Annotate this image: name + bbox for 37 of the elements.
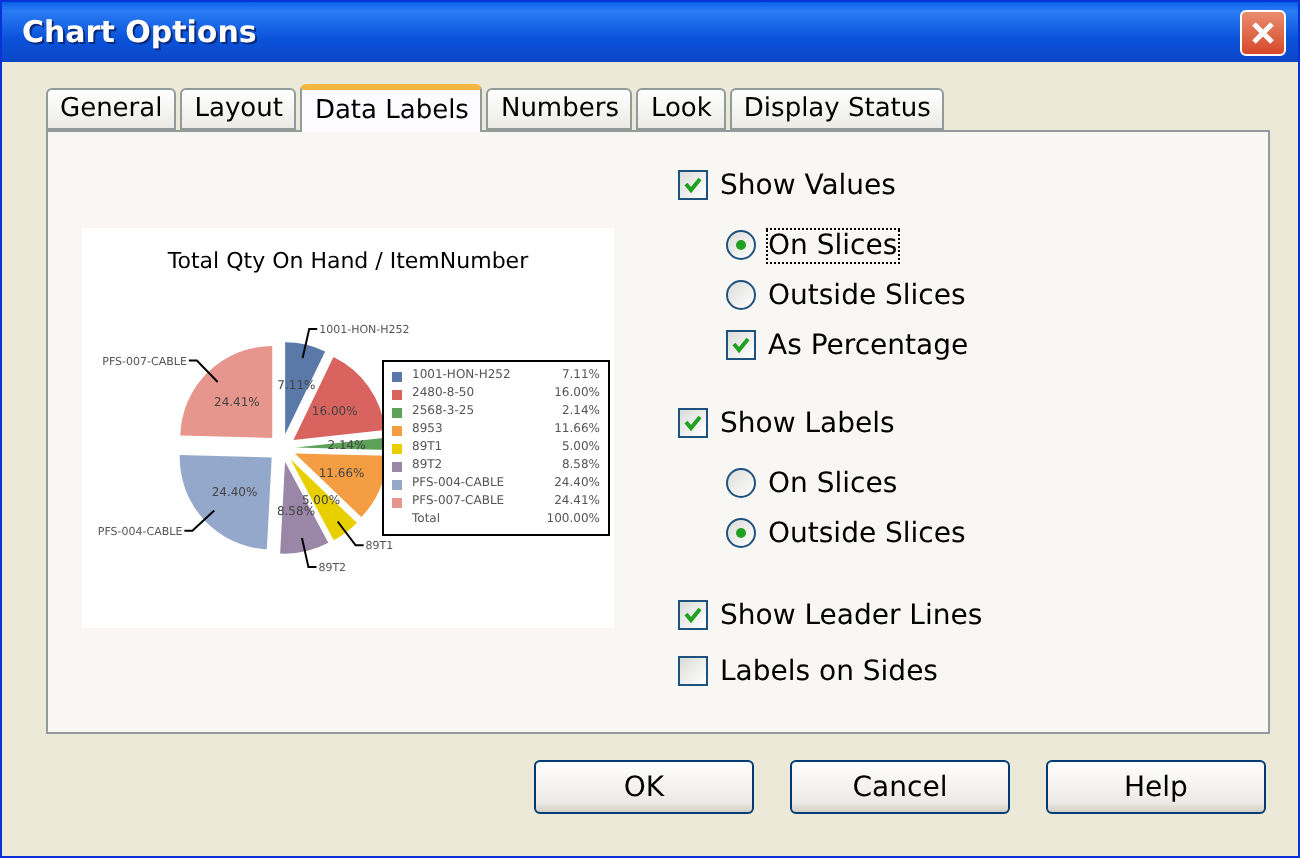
checkbox[interactable] bbox=[726, 330, 756, 360]
chart-title: Total Qty On Hand / ItemNumber bbox=[167, 248, 529, 274]
option-label: Labels on Sides bbox=[718, 653, 940, 689]
radio-button[interactable] bbox=[726, 230, 756, 260]
dialog-button[interactable]: Help bbox=[1046, 760, 1266, 814]
option-label: Outside Slices bbox=[766, 277, 968, 313]
tab[interactable]: Numbers bbox=[486, 88, 633, 130]
tab[interactable]: Layout bbox=[180, 88, 297, 130]
checkbox[interactable] bbox=[678, 600, 708, 630]
option-label: As Percentage bbox=[766, 327, 971, 363]
dialog-button[interactable]: Cancel bbox=[790, 760, 1010, 814]
window-title: Chart Options bbox=[22, 14, 257, 50]
radio-button[interactable] bbox=[726, 468, 756, 498]
option-label: Show Leader Lines bbox=[718, 597, 985, 633]
option-label: Show Values bbox=[718, 167, 898, 203]
option-label: Outside Slices bbox=[766, 515, 968, 551]
option-label: On Slices bbox=[766, 227, 900, 263]
leader-line bbox=[300, 537, 318, 569]
option-label: On Slices bbox=[766, 465, 900, 501]
leader-line bbox=[336, 520, 365, 547]
radio-button[interactable] bbox=[726, 518, 756, 548]
radio-button[interactable] bbox=[726, 280, 756, 310]
close-icon bbox=[1250, 19, 1276, 45]
tab[interactable]: Look bbox=[636, 88, 726, 130]
tab[interactable]: General bbox=[46, 88, 177, 130]
close-button[interactable] bbox=[1240, 9, 1286, 55]
leader-line bbox=[187, 359, 219, 383]
checkbox[interactable] bbox=[678, 170, 708, 200]
tab[interactable]: Display Status bbox=[729, 88, 945, 130]
leader-line bbox=[301, 328, 319, 360]
checkbox[interactable] bbox=[678, 656, 708, 686]
checkbox[interactable] bbox=[678, 408, 708, 438]
pie-slice bbox=[179, 455, 272, 550]
option-label: Show Labels bbox=[718, 405, 897, 441]
leader-line bbox=[183, 509, 216, 532]
tab[interactable]: Data Labels bbox=[300, 84, 483, 132]
dialog-button[interactable]: OK bbox=[534, 760, 754, 814]
